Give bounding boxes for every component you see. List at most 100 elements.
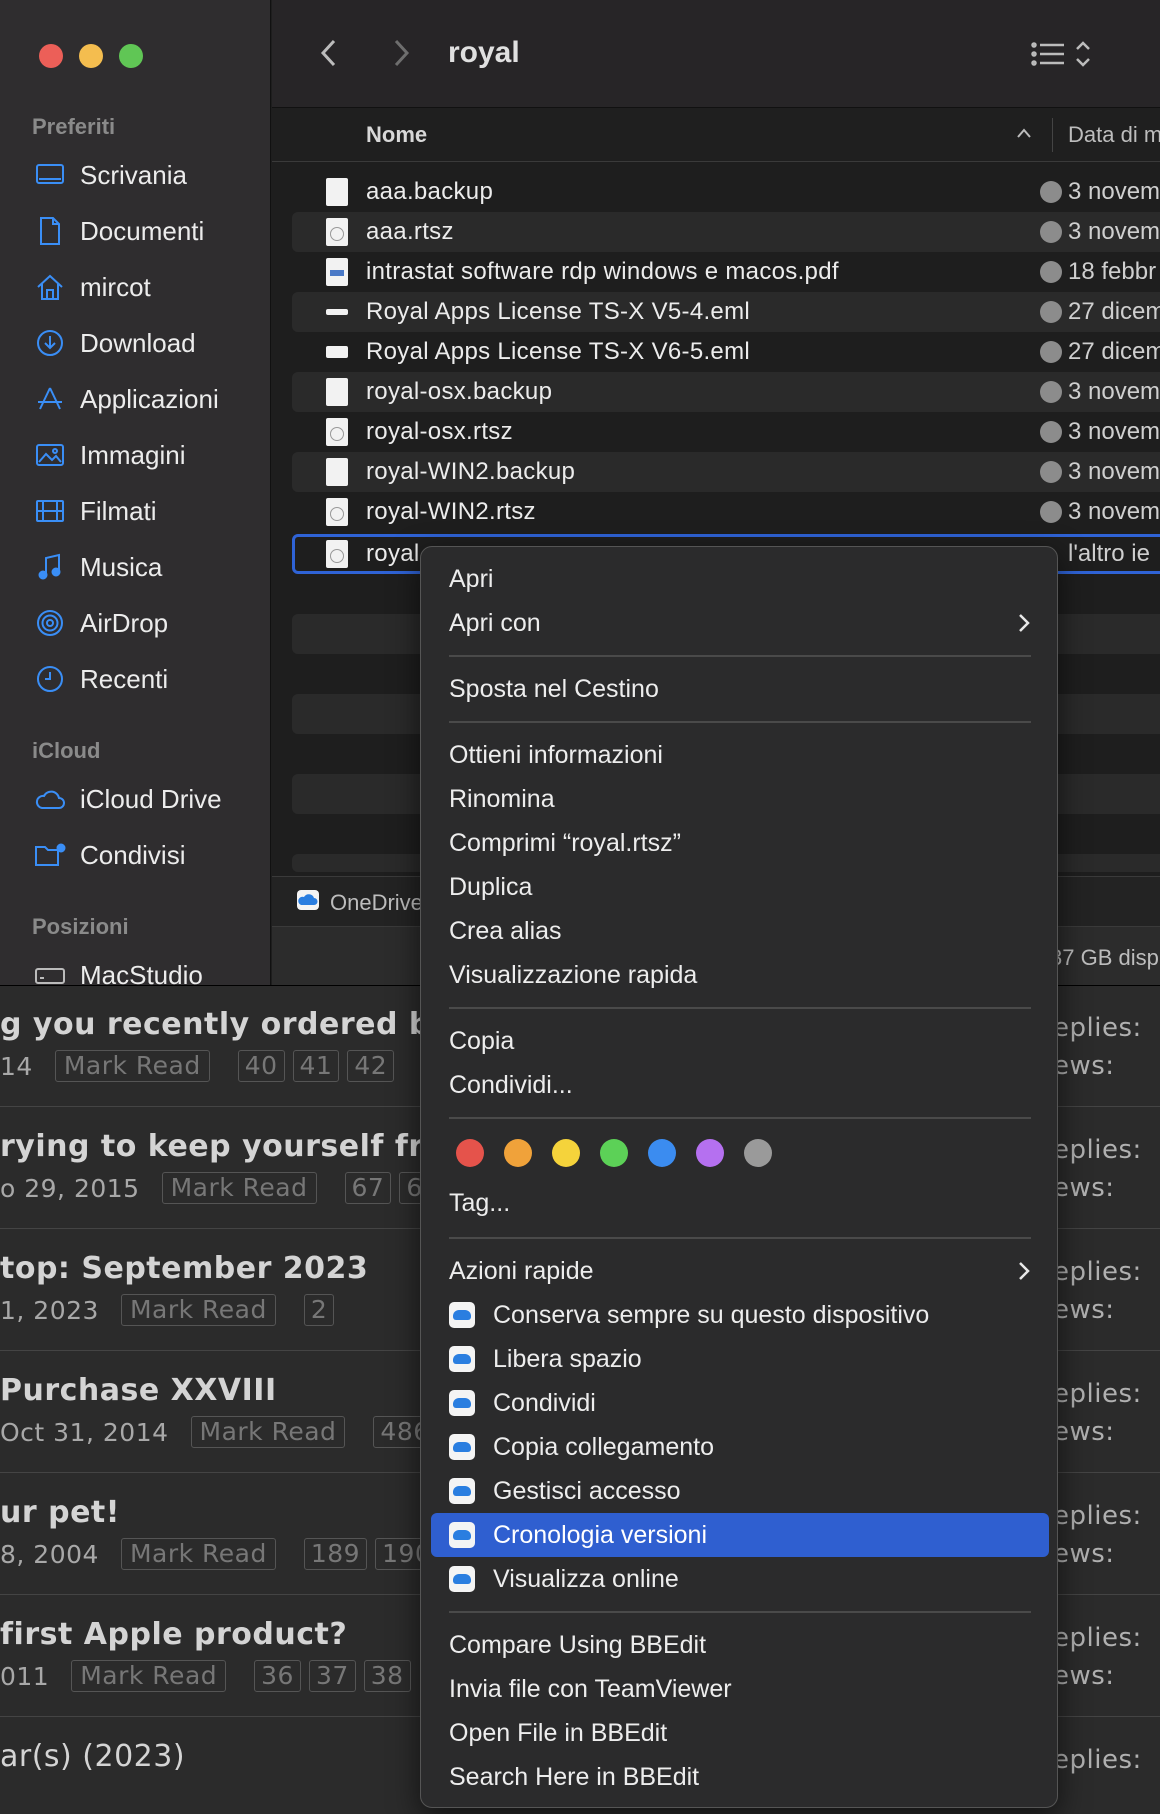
onedrive-icon (449, 1302, 475, 1328)
sidebar-item-condivisi[interactable]: Condivisi (34, 835, 186, 875)
zoom-window-button[interactable] (119, 44, 143, 68)
menu-item-cronologia-versioni[interactable]: Cronologia versioni (449, 1515, 707, 1555)
file-row[interactable]: Royal Apps License TS-X V5-4.eml 27 dice… (292, 292, 1160, 332)
menu-item-apri-con[interactable]: Apri con (449, 603, 541, 643)
thread-title[interactable]: Purchase XXVIII (0, 1373, 277, 1408)
sidebar-item-download[interactable]: Download (34, 323, 196, 363)
thread-title[interactable]: first Apple product? (0, 1617, 347, 1652)
sidebar-item-recenti[interactable]: Recenti (34, 659, 168, 699)
column-date-header[interactable]: Data di m (1068, 122, 1160, 148)
download-icon (34, 327, 66, 359)
sidebar-item-documenti[interactable]: Documenti (34, 211, 204, 251)
menu-item-gestisci-accesso[interactable]: Gestisci accesso (449, 1471, 681, 1511)
tag-green[interactable] (600, 1139, 628, 1167)
menu-item-libera-spazio[interactable]: Libera spazio (449, 1339, 642, 1379)
file-row[interactable]: Royal Apps License TS-X V6-5.eml 27 dice… (292, 332, 1160, 372)
tag-purple[interactable] (696, 1139, 724, 1167)
menu-item-rinomina[interactable]: Rinomina (449, 779, 555, 819)
thread-title[interactable]: top: September 2023 (0, 1251, 368, 1286)
menu-item-copia-collegamento[interactable]: Copia collegamento (449, 1427, 714, 1467)
column-name-header[interactable]: Nome (366, 122, 427, 148)
thread-title[interactable]: rying to keep yourself from (0, 1129, 477, 1164)
file-row[interactable]: royal-WIN2.rtsz 3 novem (292, 492, 1160, 532)
mark-read-button[interactable]: Mark Read (190, 1416, 346, 1448)
mark-read-button[interactable]: Mark Read (120, 1538, 276, 1570)
sidebar-item-mircot[interactable]: mircot (34, 267, 151, 307)
sidebar-item-icloud-drive[interactable]: iCloud Drive (34, 779, 222, 819)
minimize-window-button[interactable] (79, 44, 103, 68)
close-window-button[interactable] (39, 44, 63, 68)
thread-date: 1, 2023 (0, 1295, 99, 1325)
page-link[interactable]: 189 (303, 1538, 368, 1570)
tag-blue[interactable] (648, 1139, 676, 1167)
menu-item-search-bbedit[interactable]: Search Here in BBEdit (449, 1757, 699, 1797)
page-link[interactable]: 2 (303, 1294, 335, 1326)
menu-item-apri[interactable]: Apri (449, 559, 493, 599)
sidebar-item-label: Recenti (80, 663, 169, 694)
mark-read-button[interactable]: Mark Read (161, 1172, 317, 1204)
menu-item-ottieni-informazioni[interactable]: Ottieni informazioni (449, 735, 663, 775)
menu-separator (449, 1611, 1031, 1613)
menu-item-comprimi[interactable]: Comprimi “royal.rtsz” (449, 823, 681, 863)
page-link[interactable]: 42 (347, 1050, 395, 1082)
replies-label: eplies: (1053, 1745, 1142, 1775)
sidebar-item-airdrop[interactable]: AirDrop (34, 603, 168, 643)
menu-item-compare-bbedit[interactable]: Compare Using BBEdit (449, 1625, 706, 1665)
thread-title[interactable]: ur pet! (0, 1495, 120, 1530)
menu-item-open-bbedit[interactable]: Open File in BBEdit (449, 1713, 667, 1753)
menu-item-condividi-ellipsis[interactable]: Condividi... (449, 1065, 573, 1105)
mark-read-button[interactable]: Mark Read (120, 1294, 276, 1326)
path-item-onedrive[interactable]: OneDrive (296, 889, 423, 917)
page-link[interactable]: 38 (363, 1660, 411, 1692)
thread-title[interactable]: ar(s) (2023) (0, 1739, 185, 1774)
sidebar-item-filmati[interactable]: Filmati (34, 491, 157, 531)
view-options-button[interactable] (1030, 38, 1120, 74)
sidebar-item-immagini[interactable]: Immagini (34, 435, 185, 475)
rtsz-file-icon (326, 498, 348, 526)
page-link[interactable]: 41 (292, 1050, 340, 1082)
thread-date: 8, 2004 (0, 1539, 99, 1569)
chevron-right-icon (1017, 603, 1031, 643)
sidebar-item-scrivania[interactable]: Scrivania (34, 155, 187, 195)
sidebar-item-label: Applicazioni (80, 383, 219, 414)
menu-item-copia[interactable]: Copia (449, 1021, 514, 1061)
menu-item-azioni-rapide[interactable]: Azioni rapide (449, 1251, 594, 1291)
thread-title[interactable]: g you recently ordered but l (0, 1007, 489, 1042)
page-link[interactable]: 37 (308, 1660, 356, 1692)
file-row[interactable]: intrastat software rdp windows e macos.p… (292, 252, 1160, 292)
tag-yellow[interactable] (552, 1139, 580, 1167)
forward-button[interactable] (386, 36, 416, 74)
photos-icon (34, 439, 66, 471)
menu-item-invia-teamviewer[interactable]: Invia file con TeamViewer (449, 1669, 732, 1709)
menu-item-conserva-sempre[interactable]: Conserva sempre su questo dispositivo (449, 1295, 929, 1335)
page-link[interactable]: 67 (344, 1172, 392, 1204)
sidebar-item-macstudio[interactable]: MacStudio (34, 955, 203, 985)
page-link[interactable]: 36 (254, 1660, 301, 1692)
back-button[interactable] (314, 36, 344, 74)
column-divider[interactable] (1052, 118, 1053, 152)
menu-item-duplica[interactable]: Duplica (449, 867, 532, 907)
file-row[interactable]: aaa.rtsz 3 novem (292, 212, 1160, 252)
menu-item-visualizzazione-rapida[interactable]: Visualizzazione rapida (449, 955, 697, 995)
mark-read-button[interactable]: Mark Read (71, 1660, 227, 1692)
menu-item-visualizza-online[interactable]: Visualizza online (449, 1559, 679, 1599)
file-row[interactable]: aaa.backup 3 novem (292, 172, 1160, 212)
up-down-chevron-icon (1074, 39, 1092, 74)
file-name: Royal Apps License TS-X V6-5.eml (366, 338, 751, 365)
menu-item-tag[interactable]: Tag... (449, 1183, 510, 1223)
file-row[interactable]: royal-WIN2.backup 3 novem (292, 452, 1160, 492)
mark-read-button[interactable]: Mark Read (54, 1050, 210, 1082)
sidebar-item-applicazioni[interactable]: Applicazioni (34, 379, 219, 419)
page-link[interactable]: 40 (237, 1050, 285, 1082)
file-row[interactable]: royal-osx.backup 3 novem (292, 372, 1160, 412)
menu-item-condividi[interactable]: Condividi (449, 1383, 596, 1423)
sidebar-item-musica[interactable]: Musica (34, 547, 162, 587)
email-file-icon (326, 346, 348, 358)
tag-gray[interactable] (744, 1139, 772, 1167)
available-space-label: 37 GB disp (1050, 945, 1159, 970)
tag-red[interactable] (456, 1139, 484, 1167)
menu-item-crea-alias[interactable]: Crea alias (449, 911, 562, 951)
menu-item-sposta-nel-cestino[interactable]: Sposta nel Cestino (449, 669, 659, 709)
tag-orange[interactable] (504, 1139, 532, 1167)
file-row[interactable]: royal-osx.rtsz 3 novem (292, 412, 1160, 452)
